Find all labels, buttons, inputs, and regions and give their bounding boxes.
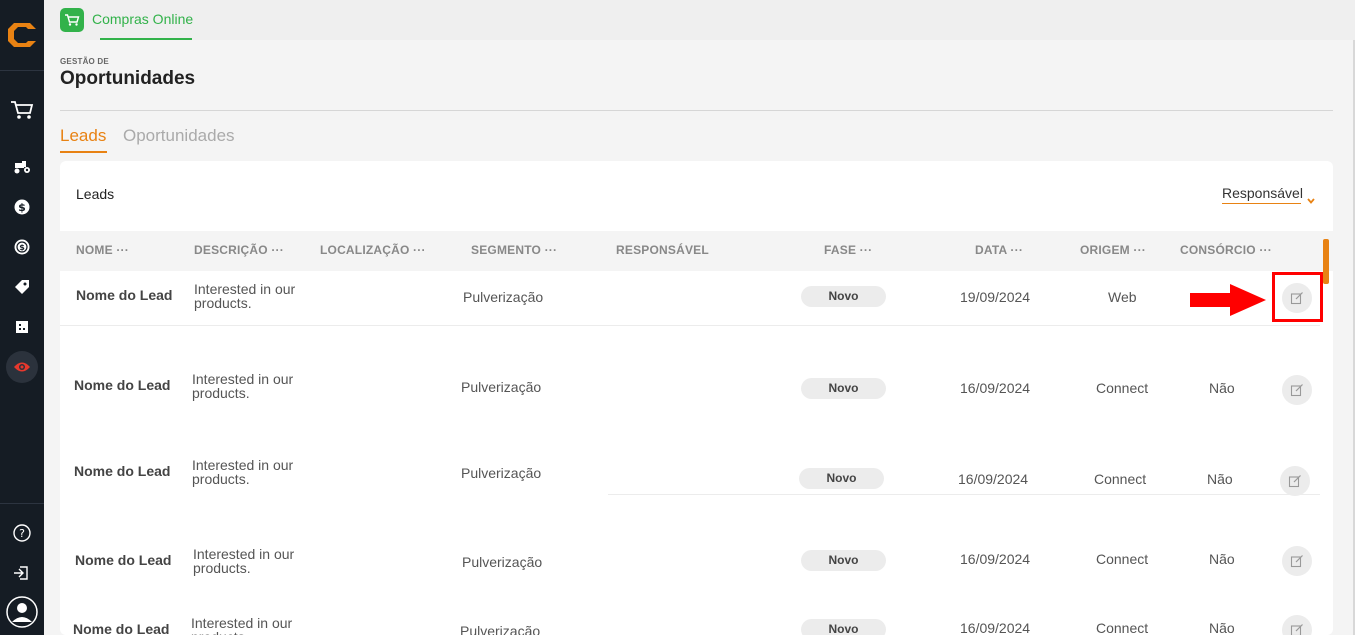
- page-title: Oportunidades: [60, 68, 196, 89]
- refresh-dollar-icon[interactable]: $: [6, 231, 38, 263]
- lead-segment: Pulverização: [463, 289, 544, 305]
- red-arrow-icon: [1190, 284, 1266, 316]
- lead-name[interactable]: Nome do Lead: [75, 552, 171, 568]
- sidebar-divider-bottom: [0, 503, 44, 504]
- table-row: Nome do Lead Interested in our products.…: [60, 605, 1333, 635]
- row-divider: [60, 325, 1320, 326]
- lead-segment: Pulverização: [461, 465, 542, 481]
- lead-origin: Connect: [1096, 551, 1149, 567]
- status-badge: Novo: [801, 378, 886, 399]
- status-badge: Novo: [801, 286, 886, 307]
- col-descricao[interactable]: DESCRIÇÃO ···: [194, 243, 284, 257]
- tractor-icon[interactable]: [6, 151, 38, 183]
- table-row: Nome do Lead Interested in our products.…: [60, 361, 1333, 415]
- lead-origin: Connect: [1096, 380, 1149, 396]
- lead-description: Interested in our products.: [191, 615, 293, 635]
- lead-segment: Pulverização: [461, 379, 542, 395]
- lead-segment: Pulverização: [460, 623, 541, 635]
- tab-leads[interactable]: Leads: [60, 126, 106, 146]
- main-content: GESTÃO DE Oportunidades Leads Oportunida…: [44, 40, 1353, 635]
- edit-icon: [1290, 624, 1303, 635]
- edit-button[interactable]: [1282, 546, 1312, 576]
- col-nome[interactable]: NOME ···: [76, 243, 129, 257]
- lead-origin: Connect: [1096, 620, 1149, 635]
- table-row: Nome do Lead Interested in our products.…: [60, 447, 1333, 501]
- lead-date: 16/09/2024: [958, 471, 1029, 487]
- breadcrumb: GESTÃO DE: [60, 57, 109, 66]
- lead-consorcio: Não: [1209, 620, 1235, 635]
- card-title: Leads: [76, 186, 115, 202]
- status-badge: Novo: [799, 468, 884, 489]
- tab-active-underline: [60, 151, 107, 153]
- lead-segment: Pulverização: [462, 554, 543, 570]
- lead-date: 16/09/2024: [960, 620, 1031, 635]
- edit-button[interactable]: [1282, 615, 1312, 635]
- edit-button[interactable]: [1282, 375, 1312, 405]
- grid-icon[interactable]: [6, 311, 38, 343]
- help-icon[interactable]: ?: [6, 517, 38, 549]
- tag-icon[interactable]: [6, 271, 38, 303]
- table-row: Nome do Lead Interested in our products.…: [60, 271, 1333, 325]
- lead-consorcio: Não: [1209, 380, 1235, 396]
- status-badge: Novo: [801, 550, 886, 571]
- lead-date: 19/09/2024: [960, 289, 1031, 305]
- svg-text:?: ?: [19, 527, 25, 540]
- lead-date: 16/09/2024: [960, 551, 1031, 567]
- lead-date: 16/09/2024: [960, 380, 1031, 396]
- status-badge: Novo: [801, 619, 886, 635]
- lead-description: Interested in our products.: [192, 457, 294, 487]
- col-responsavel[interactable]: RESPONSÁVEL: [616, 243, 709, 257]
- edit-icon: [1290, 384, 1303, 397]
- svg-text:$: $: [19, 243, 25, 252]
- col-segmento[interactable]: SEGMENTO ···: [471, 243, 557, 257]
- lead-origin: Connect: [1094, 471, 1147, 487]
- lead-origin: Web: [1108, 289, 1137, 305]
- col-localizacao[interactable]: LOCALIZAÇÃO ···: [320, 243, 426, 257]
- lead-name[interactable]: Nome do Lead: [74, 463, 170, 479]
- shopping-cart-icon: [60, 8, 84, 32]
- chevron-down-icon[interactable]: [1306, 191, 1316, 204]
- dollar-circle-icon[interactable]: $: [6, 191, 38, 223]
- edit-button[interactable]: [1280, 466, 1310, 496]
- app-name: Compras Online: [92, 11, 194, 27]
- col-data[interactable]: DATA ···: [975, 243, 1023, 257]
- title-divider: [60, 110, 1333, 111]
- lead-description: Interested in our products.: [194, 281, 296, 311]
- leads-card: Leads Responsável NOME ··· DESCRIÇÃO ···…: [60, 161, 1333, 635]
- filter-underline: [1222, 203, 1301, 204]
- lead-description: Interested in our products.: [192, 371, 294, 401]
- company-logo-icon[interactable]: [6, 20, 38, 50]
- highlight-box: [1272, 272, 1323, 322]
- cart-icon[interactable]: [6, 94, 38, 126]
- user-avatar-icon[interactable]: [6, 596, 38, 628]
- lead-consorcio: Não: [1207, 471, 1233, 487]
- sidebar: $ $ ?: [0, 0, 44, 635]
- col-origem[interactable]: ORIGEM ···: [1080, 243, 1146, 257]
- eye-icon[interactable]: [6, 351, 38, 383]
- topbar: Compras Online: [44, 0, 1355, 40]
- table-header: NOME ··· DESCRIÇÃO ··· LOCALIZAÇÃO ··· S…: [60, 231, 1333, 271]
- edit-icon: [1288, 475, 1301, 488]
- lead-name[interactable]: Nome do Lead: [76, 287, 172, 303]
- tab-oportunidades[interactable]: Oportunidades: [123, 126, 235, 146]
- logout-icon[interactable]: [6, 557, 38, 589]
- col-consorcio[interactable]: CONSÓRCIO ···: [1180, 243, 1272, 257]
- sidebar-divider: [0, 70, 44, 71]
- col-fase[interactable]: FASE ···: [824, 243, 872, 257]
- lead-description: Interested in our products.: [193, 546, 295, 576]
- responsavel-filter[interactable]: Responsável: [1222, 185, 1303, 201]
- edit-icon: [1290, 555, 1303, 568]
- app-tab-compras-online[interactable]: Compras Online: [60, 8, 193, 38]
- lead-name[interactable]: Nome do Lead: [73, 621, 169, 635]
- svg-text:$: $: [18, 201, 26, 214]
- lead-name[interactable]: Nome do Lead: [74, 377, 170, 393]
- table-row: Nome do Lead Interested in our products.…: [60, 536, 1333, 590]
- lead-consorcio: Não: [1209, 551, 1235, 567]
